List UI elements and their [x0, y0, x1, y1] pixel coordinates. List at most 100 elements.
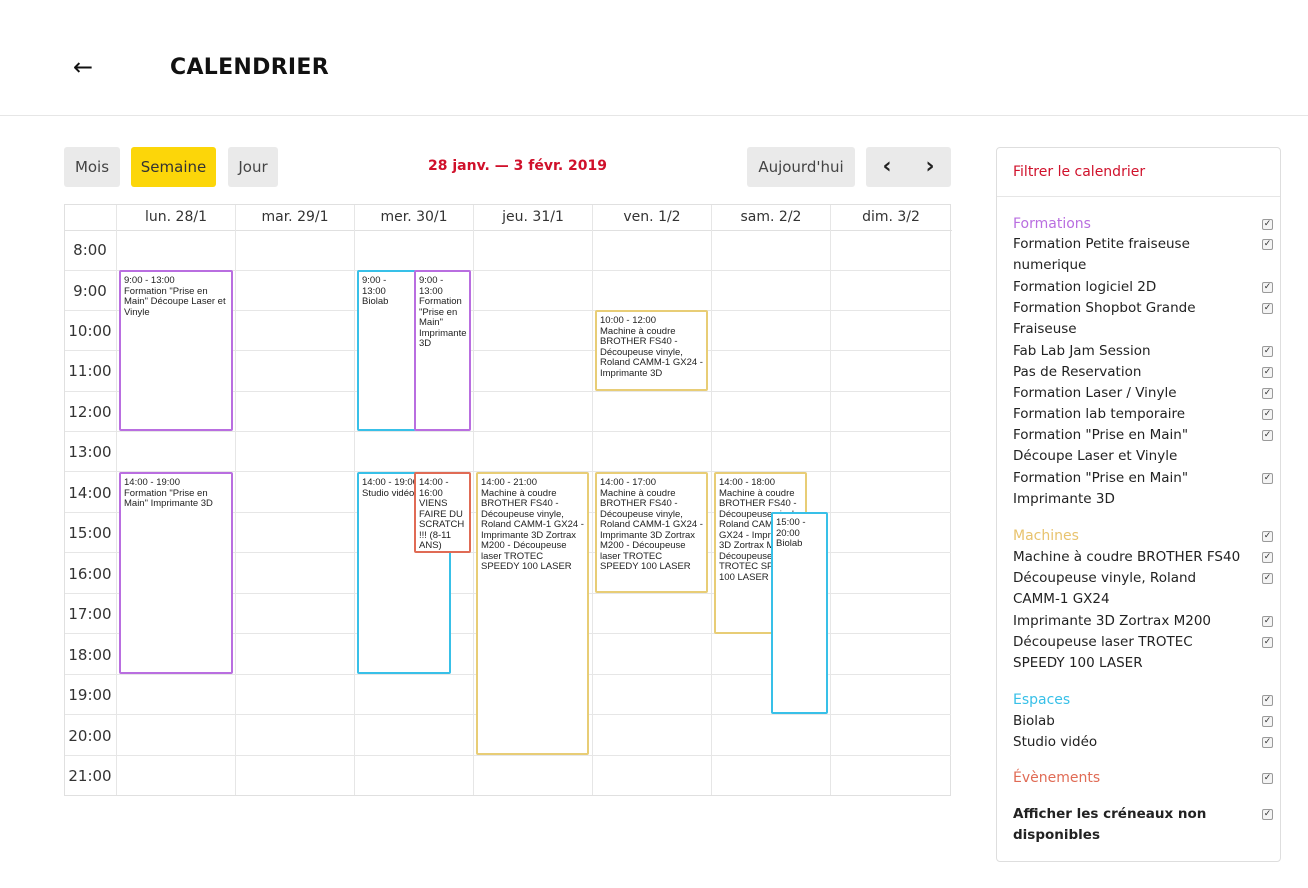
day-header: dim. 3/2 [830, 205, 951, 231]
checkbox[interactable]: ✓ [1262, 239, 1273, 250]
event-title: Formation "Prise en Main" Imprimante 3D [419, 296, 467, 349]
view-day-button[interactable]: Jour [228, 147, 278, 187]
view-week-button[interactable]: Semaine [131, 147, 216, 187]
checkbox[interactable]: ✓ [1262, 809, 1273, 820]
checkbox[interactable]: ✓ [1262, 716, 1273, 727]
filter-item: Fab Lab Jam Session [1013, 343, 1151, 359]
today-button[interactable]: Aujourd'hui [747, 147, 855, 187]
time-label: 19:00 [68, 686, 112, 704]
filter-item: Machine à coudre BROTHER FS40 [1013, 549, 1241, 565]
day-header: jeu. 31/1 [473, 205, 592, 231]
filter-item: Formation logiciel 2D [1013, 279, 1157, 295]
checkbox[interactable]: ✓ [1262, 346, 1273, 357]
checkbox[interactable]: ✓ [1262, 573, 1273, 584]
filter-item: Formation "Prise en Main" Découpe Laser … [1013, 427, 1189, 464]
day-header: lun. 28/1 [116, 205, 235, 231]
column-divider [235, 205, 236, 795]
calendar-event[interactable]: 9:00 - 13:00 Formation "Prise en Main" I… [414, 270, 471, 431]
time-label: 12:00 [68, 403, 112, 421]
checkbox[interactable]: ✓ [1262, 303, 1273, 314]
time-label: 16:00 [68, 565, 112, 583]
event-time: 14:00 - 18:00 [719, 477, 775, 488]
checkbox[interactable]: ✓ [1262, 219, 1273, 230]
week-calendar-grid: lun. 28/1 mar. 29/1 mer. 30/1 jeu. 31/1 … [64, 204, 952, 796]
checkbox[interactable]: ✓ [1262, 552, 1273, 563]
time-label: 21:00 [68, 767, 112, 785]
day-header: ven. 1/2 [592, 205, 711, 231]
filter-item: Studio vidéo [1013, 734, 1098, 750]
column-divider [592, 205, 593, 795]
checkbox[interactable]: ✓ [1262, 637, 1273, 648]
calendar-event[interactable]: 9:00 - 13:00 Biolab [357, 270, 416, 431]
time-label: 15:00 [68, 524, 112, 542]
column-divider [116, 205, 117, 795]
view-month-button[interactable]: Mois [64, 147, 120, 187]
time-label: 17:00 [68, 605, 112, 623]
column-divider [711, 205, 712, 795]
checkbox[interactable]: ✓ [1262, 616, 1273, 627]
calendar-event[interactable]: 9:00 - 13:00 Formation "Prise en Main" D… [119, 270, 233, 431]
day-header: sam. 2/2 [711, 205, 830, 231]
filter-item: Formation Petite fraiseuse numerique [1013, 236, 1190, 273]
event-title: Biolab [776, 538, 803, 549]
event-time: 14:00 - 16:00 [419, 477, 449, 499]
calendar-filter-panel: Filtrer le calendrier Formations ✓ Forma… [996, 147, 1281, 862]
filter-item: Découpeuse vinyle, Roland CAMM-1 GX24 [1013, 570, 1197, 607]
column-divider [473, 205, 474, 795]
divider [997, 196, 1280, 197]
checkbox[interactable]: ✓ [1262, 773, 1273, 784]
day-header: mer. 30/1 [354, 205, 473, 231]
time-label: 13:00 [68, 443, 112, 461]
day-header: mar. 29/1 [235, 205, 354, 231]
next-week-icon[interactable]: › [909, 147, 951, 187]
hour-line [65, 755, 951, 756]
event-title: Formation "Prise en Main" Imprimante 3D [124, 487, 213, 509]
event-time: 9:00 - 13:00 [419, 275, 444, 297]
calendar-event[interactable]: 10:00 - 12:00 Machine à coudre BROTHER F… [595, 310, 708, 391]
column-divider [354, 205, 355, 795]
checkbox[interactable]: ✓ [1262, 737, 1273, 748]
event-title: Formation "Prise en Main" Découpe Laser … [124, 285, 226, 318]
checkbox[interactable]: ✓ [1262, 473, 1273, 484]
checkbox[interactable]: ✓ [1262, 430, 1273, 441]
event-title: Biolab [362, 296, 389, 307]
checkbox[interactable]: ✓ [1262, 282, 1273, 293]
checkbox[interactable]: ✓ [1262, 388, 1273, 399]
filter-item: Formation "Prise en Main" Imprimante 3D [1013, 470, 1189, 507]
checkbox[interactable]: ✓ [1262, 409, 1273, 420]
calendar-event[interactable]: 14:00 - 17:00 Machine à coudre BROTHER F… [595, 472, 708, 593]
time-label: 10:00 [68, 322, 112, 340]
checkbox[interactable]: ✓ [1262, 367, 1273, 378]
calendar-event[interactable]: 14:00 - 21:00 Machine à coudre BROTHER F… [476, 472, 589, 755]
time-label: 14:00 [68, 484, 112, 502]
hour-line [65, 431, 951, 432]
event-time: 9:00 - 13:00 [362, 275, 387, 297]
calendar-event[interactable]: 15:00 - 20:00 Biolab [771, 512, 828, 714]
checkbox[interactable]: ✓ [1262, 695, 1273, 706]
filter-item: Formation Laser / Vinyle [1013, 385, 1177, 401]
filter-category-evenements: Évènements [1013, 770, 1101, 786]
event-title: Machine à coudre BROTHER FS40 - Découpeu… [481, 487, 584, 572]
back-arrow-icon[interactable]: ← [73, 52, 93, 82]
time-label: 18:00 [68, 646, 112, 664]
event-time: 15:00 - 20:00 [776, 517, 806, 539]
filter-category-espaces: Espaces [1013, 692, 1071, 708]
event-time: 10:00 - 12:00 [600, 315, 656, 326]
filter-title: Filtrer le calendrier [1013, 164, 1146, 180]
show-unavailable-label: Afficher les créneaux non disponibles [1013, 806, 1207, 843]
event-time: 14:00 - 17:00 [600, 477, 656, 488]
filter-item: Imprimante 3D Zortrax M200 [1013, 613, 1212, 629]
calendar-event[interactable]: 14:00 - 16:00 VIENS FAIRE DU SCRATCH !!!… [414, 472, 471, 553]
page-title: CALENDRIER [170, 55, 329, 80]
event-time: 14:00 - 19:00 [124, 477, 180, 488]
prev-week-icon[interactable]: ‹ [866, 147, 908, 187]
filter-item: Biolab [1013, 713, 1055, 729]
filter-category-formations: Formations [1013, 216, 1091, 232]
filter-item: Pas de Reservation [1013, 364, 1142, 380]
checkbox[interactable]: ✓ [1262, 531, 1273, 542]
event-time: 9:00 - 13:00 [124, 275, 175, 286]
calendar-event[interactable]: 14:00 - 19:00 Formation "Prise en Main" … [119, 472, 233, 674]
event-title: VIENS FAIRE DU SCRATCH !!! (8-11 ANS) [419, 498, 465, 551]
filter-item: Découpeuse laser TROTEC SPEEDY 100 LASER [1013, 634, 1193, 671]
column-divider [830, 205, 831, 795]
